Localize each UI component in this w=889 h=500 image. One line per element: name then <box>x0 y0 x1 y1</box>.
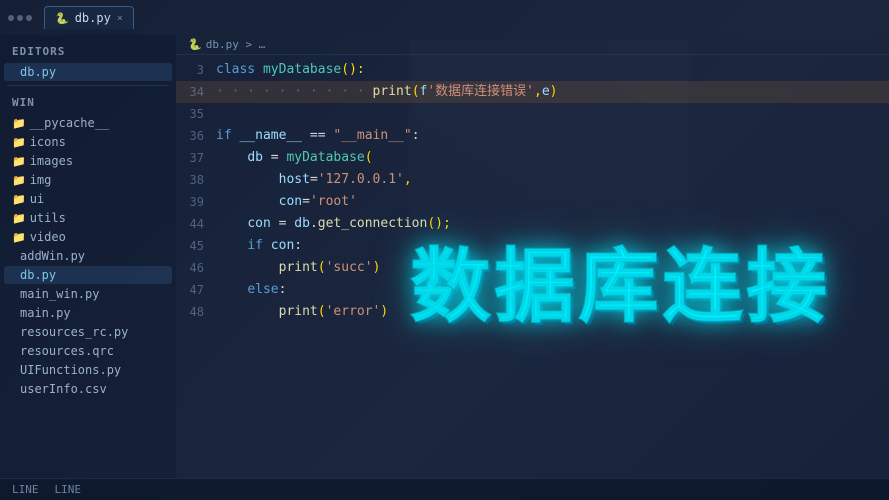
line-content-46: print('succ') <box>216 257 889 279</box>
main-area: EDITORS db.py WIN 📁 __pycache__ 📁 icons 📁 ima… <box>0 35 889 478</box>
code-line-45: 45 if con: <box>176 235 889 257</box>
line-number-45: 45 <box>176 235 216 257</box>
line-content-37: db = myDatabase( <box>216 147 889 169</box>
code-line-46: 46 print('succ') <box>176 257 889 279</box>
folder-icon: 📁 <box>12 231 26 244</box>
code-line-48: 48 print('error') <box>176 301 889 323</box>
code-line-37: 37 db = myDatabase( <box>176 147 889 169</box>
line-number-46: 46 <box>176 257 216 279</box>
sidebar-file-UIFunctions-py[interactable]: UIFunctions.py <box>4 361 172 379</box>
breadcrumb-path: db.py > … <box>206 38 266 51</box>
sidebar-file-userInfo-csv[interactable]: userInfo.csv <box>4 380 172 398</box>
line-content-38: host='127.0.0.1', <box>216 169 889 191</box>
sidebar-divider-1 <box>8 85 168 86</box>
line-content-36: if __name__ == "__main__": <box>216 125 889 147</box>
code-line-35: 35 <box>176 103 889 125</box>
sidebar-file-resources-qrc[interactable]: resources.qrc <box>4 342 172 360</box>
code-line-34: 34· · · · · · · · · · print(f'数据库连接错误',e… <box>176 81 889 103</box>
folder-icon: 📁 <box>12 212 26 225</box>
folder-label: __pycache__ <box>30 116 109 130</box>
sidebar-file-addWin-py[interactable]: addWin.py <box>4 247 172 265</box>
folder-icon: 📁 <box>12 155 26 168</box>
sidebar-folder-ui[interactable]: 📁 ui <box>4 190 172 208</box>
line-number-37: 37 <box>176 147 216 169</box>
line-content-39: con='root' <box>216 191 889 213</box>
tab-dot-2 <box>17 15 23 21</box>
sidebar: EDITORS db.py WIN 📁 __pycache__ 📁 icons 📁 ima… <box>0 35 176 478</box>
sidebar-folders: 📁 __pycache__ 📁 icons 📁 images 📁 img 📁 ui 📁 utils 📁 v… <box>0 114 176 246</box>
line-number-47: 47 <box>176 279 216 301</box>
folder-icon: 📁 <box>12 193 26 206</box>
sidebar-files: addWin.pydb.pymain_win.pymain.pyresource… <box>0 247 176 398</box>
python-icon: 🐍 <box>55 12 69 25</box>
tab-close-button[interactable]: × <box>117 13 123 24</box>
line-content-47: else: <box>216 279 889 301</box>
editors-section-title: EDITORS <box>0 39 176 62</box>
sidebar-file-main-py[interactable]: main.py <box>4 304 172 322</box>
code-editor[interactable]: 3class myDatabase():34· · · · · · · · · … <box>176 55 889 478</box>
sidebar-folder-icons[interactable]: 📁 icons <box>4 133 172 151</box>
line-number-34: 34 <box>176 81 216 103</box>
breadcrumb-bar: 🐍 db.py > … <box>176 35 889 55</box>
status-item-1: LINE <box>12 483 39 496</box>
editor-container: 🐍 db.py × EDITORS db.py WIN 📁 __pycache__… <box>0 0 889 500</box>
line-content-44: con = db.get_connection(); <box>216 213 889 235</box>
editor-right-panel: 🐍 db.py > … 3class myDatabase():34· · · … <box>176 35 889 478</box>
breadcrumb-python-icon: 🐍 <box>188 38 202 51</box>
sidebar-folder-utils[interactable]: 📁 utils <box>4 209 172 227</box>
tab-dots <box>8 15 32 21</box>
folder-label: ui <box>30 192 44 206</box>
line-content-45: if con: <box>216 235 889 257</box>
line-number-36: 36 <box>176 125 216 147</box>
sidebar-folder-images[interactable]: 📁 images <box>4 152 172 170</box>
tab-db-py[interactable]: 🐍 db.py × <box>44 6 134 29</box>
tab-bar: 🐍 db.py × <box>0 0 889 35</box>
code-lines: 3class myDatabase():34· · · · · · · · · … <box>176 55 889 327</box>
line-number-39: 39 <box>176 191 216 213</box>
sidebar-file-main-win-py[interactable]: main_win.py <box>4 285 172 303</box>
win-section-title: WIN <box>0 90 176 113</box>
folder-label: video <box>30 230 66 244</box>
folder-icon: 📁 <box>12 117 26 130</box>
code-line-3: 3class myDatabase(): <box>176 59 889 81</box>
folder-label: images <box>30 154 73 168</box>
sidebar-folder-video[interactable]: 📁 video <box>4 228 172 246</box>
sidebar-item-db-py-editors[interactable]: db.py <box>4 63 172 81</box>
folder-label: utils <box>30 211 66 225</box>
sidebar-file-resources-rc-py[interactable]: resources_rc.py <box>4 323 172 341</box>
code-line-36: 36if __name__ == "__main__": <box>176 125 889 147</box>
folder-icon: 📁 <box>12 174 26 187</box>
line-number-44: 44 <box>176 213 216 235</box>
tab-dot-3 <box>26 15 32 21</box>
status-bar: LINE LINE <box>0 478 889 500</box>
status-item-2: LINE <box>55 483 82 496</box>
sidebar-file-db-py[interactable]: db.py <box>4 266 172 284</box>
tab-label: db.py <box>75 11 111 25</box>
sidebar-folder-img[interactable]: 📁 img <box>4 171 172 189</box>
sidebar-folder---pycache--[interactable]: 📁 __pycache__ <box>4 114 172 132</box>
folder-icon: 📁 <box>12 136 26 149</box>
line-content-48: print('error') <box>216 301 889 323</box>
line-number-3: 3 <box>176 59 216 81</box>
code-line-38: 38 host='127.0.0.1', <box>176 169 889 191</box>
line-number-48: 48 <box>176 301 216 323</box>
code-line-39: 39 con='root' <box>176 191 889 213</box>
code-line-47: 47 else: <box>176 279 889 301</box>
line-number-38: 38 <box>176 169 216 191</box>
folder-label: icons <box>30 135 66 149</box>
folder-label: img <box>30 173 52 187</box>
line-content-34: · · · · · · · · · · print(f'数据库连接错误',e) <box>216 81 889 103</box>
line-content-3: class myDatabase(): <box>216 59 889 81</box>
tab-dot-1 <box>8 15 14 21</box>
code-line-44: 44 con = db.get_connection(); <box>176 213 889 235</box>
line-number-35: 35 <box>176 103 216 125</box>
